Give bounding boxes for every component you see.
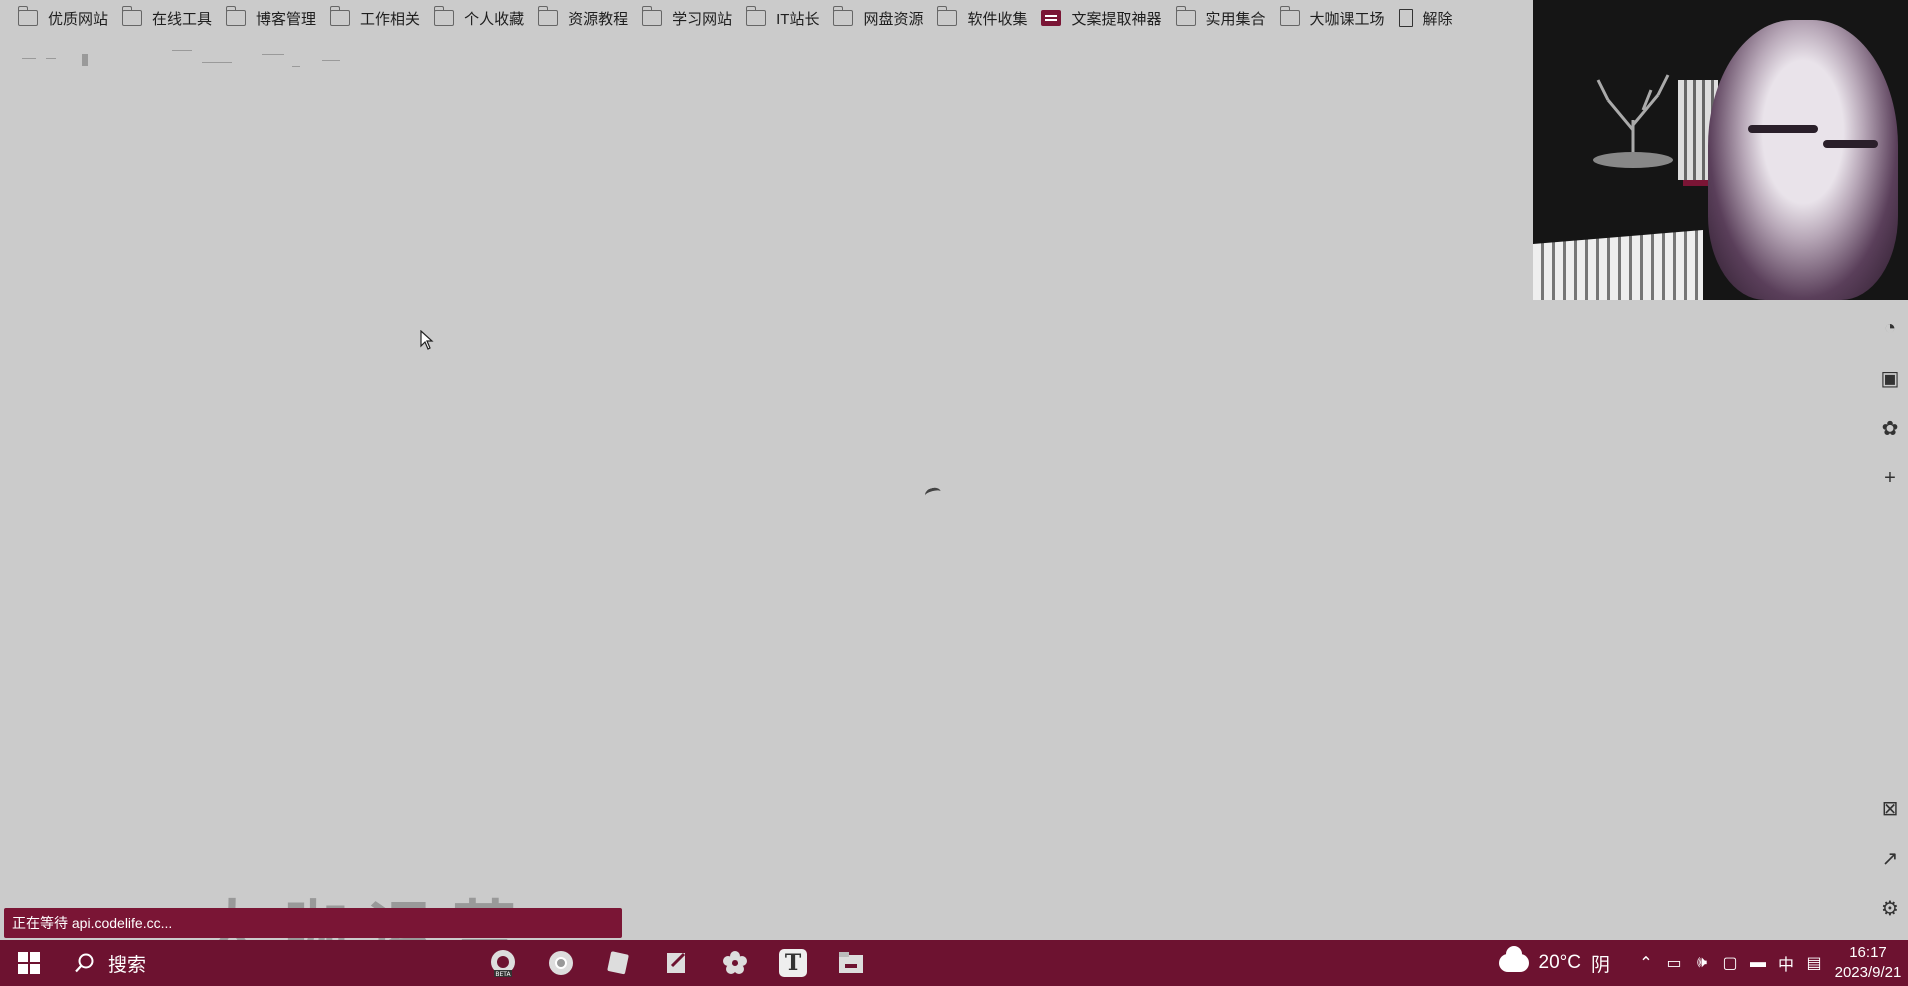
bookmark-item[interactable]: 在线工具 xyxy=(118,4,222,32)
windows-logo-icon xyxy=(18,952,40,974)
taskbar: 搜索 BETA T 20°C 阴 ⌃ ▭ 🕪 ▢ ▬ 中 ▤ 16:17 202… xyxy=(0,940,1908,986)
loading-spinner-icon xyxy=(923,486,943,501)
notes-icon[interactable] xyxy=(590,940,648,986)
bookmark-label: 网盘资源 xyxy=(863,10,924,28)
folder-icon xyxy=(538,6,559,26)
bookmark-label: 工作相关 xyxy=(360,10,421,28)
clock-time: 16:17 xyxy=(1849,944,1887,961)
bookmark-label: 大咖课工场 xyxy=(1309,10,1385,28)
network-icon[interactable]: ▭ xyxy=(1660,953,1688,973)
bookmark-label: 博客管理 xyxy=(256,10,317,28)
screenshot-icon[interactable]: ⊠ xyxy=(1872,790,1908,826)
folder-icon xyxy=(1279,6,1300,26)
chrome-icon[interactable] xyxy=(532,940,590,986)
flower-app-icon[interactable] xyxy=(706,940,764,986)
folder-icon xyxy=(1175,6,1196,26)
bookmarks-bar: 优质网站 在线工具 博客管理 工作相关 个人收藏 资源教程 学习网站 IT站长 网盘资源 软件收集… xyxy=(0,0,1530,36)
weather-widget[interactable]: 20°C 阴 xyxy=(1498,946,1610,977)
bookmark-item[interactable]: 个人收藏 xyxy=(430,4,534,32)
bookmark-label: 解除 xyxy=(1422,10,1453,28)
system-tray: 20°C 阴 ⌃ ▭ 🕪 ▢ ▬ 中 ▤ 16:17 2023/9/21 xyxy=(1498,940,1908,986)
file-explorer-icon[interactable] xyxy=(822,940,880,986)
folder-icon xyxy=(434,6,455,26)
bookmark-item[interactable]: 软件收集 xyxy=(933,4,1037,32)
clock-date: 2023/9/21 xyxy=(1834,964,1902,981)
refresh-circle-icon[interactable]: ◔ xyxy=(1872,310,1908,346)
weather-temp: 20°C xyxy=(1538,952,1581,973)
taskbar-search[interactable]: 搜索 xyxy=(58,940,418,986)
settings-icon[interactable]: ⚙ xyxy=(1872,890,1908,926)
search-label: 搜索 xyxy=(108,954,147,976)
extension-icon[interactable]: ✿ xyxy=(1872,410,1908,446)
ime-indicator[interactable]: 中 xyxy=(1772,951,1800,975)
bookmark-label: IT站长 xyxy=(776,10,820,28)
typora-icon[interactable]: T xyxy=(764,940,822,986)
bookmark-label: 文案提取神器 xyxy=(1071,10,1162,28)
editor-icon[interactable] xyxy=(648,940,706,986)
chevron-up-icon[interactable]: ⌃ xyxy=(1632,953,1660,973)
search-icon xyxy=(75,953,94,973)
bookmark-label: 学习网站 xyxy=(672,10,733,28)
clock[interactable]: 16:17 2023/9/21 xyxy=(1828,943,1908,983)
notification-app-icon[interactable]: ▤ xyxy=(1800,953,1828,973)
folder-icon xyxy=(937,6,958,26)
folder-icon xyxy=(226,6,247,26)
edge-beta-icon[interactable]: BETA xyxy=(474,940,532,986)
cloud-icon xyxy=(1498,946,1529,972)
add-icon[interactable]: + xyxy=(1872,460,1908,496)
bookmark-item[interactable]: 网盘资源 xyxy=(829,4,933,32)
bookmark-item[interactable]: 工作相关 xyxy=(326,4,430,32)
screen-share-icon[interactable]: ▢ xyxy=(1716,953,1744,973)
bookmark-item[interactable]: 资源教程 xyxy=(534,4,638,32)
webcam-overlay xyxy=(1533,0,1908,300)
bookmark-label: 资源教程 xyxy=(568,10,629,28)
folder-icon xyxy=(833,6,854,26)
bookmark-label: 实用集合 xyxy=(1205,10,1266,28)
bookmark-item[interactable]: 博客管理 xyxy=(222,4,326,32)
folder-icon xyxy=(330,6,351,26)
start-button[interactable] xyxy=(0,940,58,986)
bookmark-item[interactable]: 大咖课工场 xyxy=(1276,4,1395,32)
typora-letter: T xyxy=(779,949,807,977)
weather-desc: 阴 xyxy=(1590,954,1610,976)
bookmark-item[interactable]: 学习网站 xyxy=(638,4,742,32)
bookmark-item[interactable]: 优质网站 xyxy=(14,4,118,32)
bookmark-item[interactable]: 解除 xyxy=(1395,4,1463,32)
bookmark-item[interactable]: 实用集合 xyxy=(1172,4,1276,32)
bookmark-item[interactable]: 文案提取神器 xyxy=(1037,4,1171,32)
bookmark-label: 个人收藏 xyxy=(464,10,525,28)
folder-icon xyxy=(746,6,767,26)
folder-icon xyxy=(18,6,38,26)
bookmark-label: 优质网站 xyxy=(48,10,109,28)
folder-icon xyxy=(122,6,143,26)
beta-badge: BETA xyxy=(495,971,511,978)
app-icon xyxy=(1041,10,1062,26)
battery-icon[interactable]: ▬ xyxy=(1744,954,1772,972)
external-link-icon[interactable]: ↗ xyxy=(1872,840,1908,876)
folder-icon xyxy=(642,6,663,26)
faded-page-text xyxy=(22,48,362,78)
mouse-cursor-icon xyxy=(420,329,434,355)
loading-status-bubble: 正在等待 api.codelife.cc... xyxy=(4,908,622,938)
page-icon xyxy=(1398,9,1413,27)
game-icon[interactable]: ▣ xyxy=(1872,360,1908,396)
bookmark-label: 软件收集 xyxy=(967,10,1028,28)
books-row xyxy=(1533,230,1703,300)
bookmark-item[interactable]: IT站长 xyxy=(742,4,829,32)
browser-side-toolbar: ◔ ▣ ✿ + ⊠ ↗ ⚙ xyxy=(1872,310,1908,940)
volume-icon[interactable]: 🕪 xyxy=(1688,954,1716,972)
presenter-face xyxy=(1708,20,1898,300)
bookmark-label: 在线工具 xyxy=(152,10,213,28)
